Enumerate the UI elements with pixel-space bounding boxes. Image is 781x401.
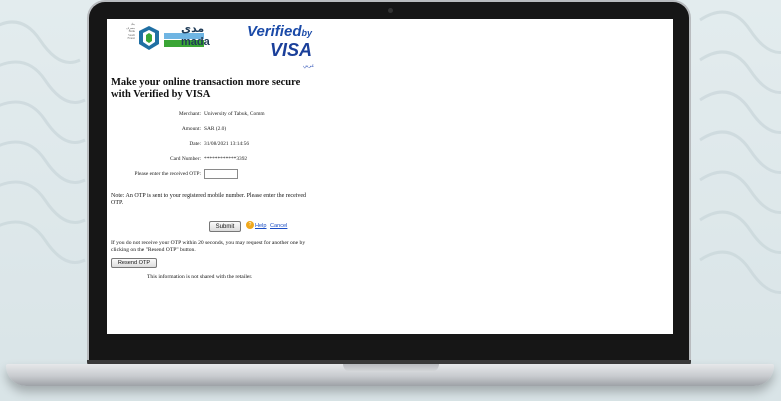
submit-button[interactable]: Submit [209,221,241,232]
date-label: Date: [189,141,201,147]
otp-note: Note: An OTP is sent to your registered … [111,193,307,206]
resend-instructions: If you do not receive your OTP within 20… [111,240,306,253]
laptop-screen: بنك مصرف Bank Saudi Fransi مدى mada Veri… [107,19,673,334]
action-row: Submit ? Help Cancel [111,221,311,233]
help-icon[interactable]: ? [246,221,254,229]
otp-input[interactable] [204,169,238,179]
logo-header: بنك مصرف Bank Saudi Fransi مدى mada Veri… [111,22,312,67]
mada-english-wordmark: mada [181,36,210,48]
help-link[interactable]: Help [255,223,267,229]
amount-label: Amount: [181,126,201,132]
laptop-lid: بنك مصرف Bank Saudi Fransi مدى mada Veri… [87,0,691,368]
cancel-link[interactable]: Cancel [270,223,287,229]
mada-arabic-wordmark: مدى [181,22,205,35]
privacy-note: This information is not shared with the … [147,274,253,280]
bank-logo-line: Fransi [127,36,136,41]
verified-wordmark: Verified [247,23,302,40]
merchant-value: University of Tabuk, Comm [204,111,265,117]
mada-mark-icon [139,26,159,50]
by-wordmark: by [301,28,312,38]
otp-row: Please enter the received OTP: [111,169,311,181]
language-link[interactable]: عربي [303,63,314,69]
laptop-notch [343,364,439,372]
otp-label: Please enter the received OTP: [134,171,201,177]
merchant-label: Merchant: [178,111,201,117]
card-number-label: Card Number: [170,156,201,162]
amount-row: Amount: SAR (2.0) [111,126,311,134]
date-value: 31/08/2021 13:14:56 [204,141,250,147]
card-number-value: ************3392 [204,156,248,162]
merchant-row: Merchant: University of Tabuk, Comm [111,111,311,119]
page-title: Make your online transaction more secure… [111,77,301,100]
bank-logo: بنك مصرف Bank Saudi Fransi [111,22,136,53]
card-number-row: Card Number: ************3392 [111,156,311,164]
amount-value: SAR (2.0) [204,126,227,132]
resend-otp-button[interactable]: Resend OTP [111,258,157,268]
mada-logo: مدى mada [137,22,210,53]
date-row: Date: 31/08/2021 13:14:56 [111,141,311,149]
verified-by-visa-logo: Verifiedby VISA [242,23,312,59]
visa-wordmark: VISA [269,40,312,60]
camera-icon [388,8,393,13]
